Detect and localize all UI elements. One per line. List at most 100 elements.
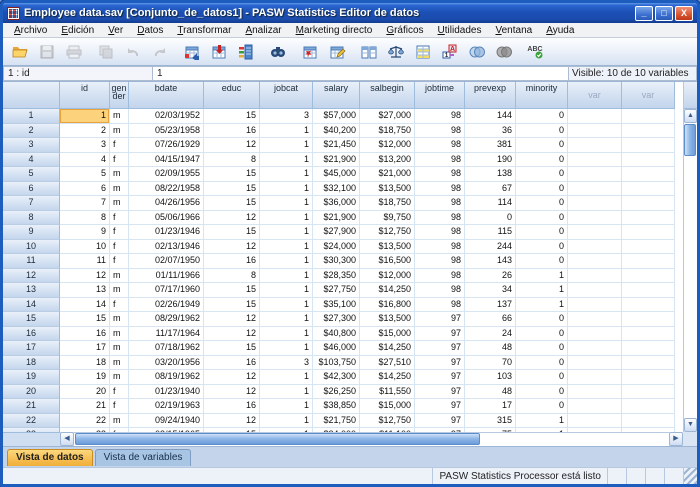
cell-jobtime-row7[interactable]: 98 (415, 196, 465, 211)
cell-var-row2[interactable] (622, 124, 675, 139)
row-number[interactable]: 7 (3, 196, 60, 211)
cell-gender-row3[interactable]: f (110, 138, 129, 153)
column-header-jobcat[interactable]: jobcat (260, 82, 313, 109)
cell-salary-row12[interactable]: $28,350 (313, 269, 360, 284)
cell-var-row14[interactable] (568, 298, 622, 313)
cell-salbegin-row13[interactable]: $14,250 (360, 283, 415, 298)
cell-bdate-row14[interactable]: 02/26/1949 (129, 298, 204, 313)
cell-jobcat-row14[interactable]: 1 (260, 298, 313, 313)
column-header-minority[interactable]: minority (516, 82, 568, 109)
cell-id-row9[interactable]: 9 (60, 225, 110, 240)
cell-educ-row21[interactable]: 16 (204, 399, 260, 414)
cell-editor[interactable]: 1 (153, 66, 569, 81)
cell-jobtime-row2[interactable]: 98 (415, 124, 465, 139)
cell-var-row16[interactable] (622, 327, 675, 342)
cell-gender-row5[interactable]: m (110, 167, 129, 182)
cell-var-row20[interactable] (568, 385, 622, 400)
cell-gender-row7[interactable]: m (110, 196, 129, 211)
cell-jobcat-row5[interactable]: 1 (260, 167, 313, 182)
cell-salbegin-row15[interactable]: $13,500 (360, 312, 415, 327)
cell-bdate-row12[interactable]: 01/11/1966 (129, 269, 204, 284)
cell-minority-row21[interactable]: 0 (516, 399, 568, 414)
vertical-scroll-thumb[interactable] (684, 124, 696, 156)
cell-salbegin-row14[interactable]: $16,800 (360, 298, 415, 313)
menu-gr-ficos[interactable]: Gráficos (379, 23, 430, 38)
cell-bdate-row7[interactable]: 04/26/1956 (129, 196, 204, 211)
cell-gender-row8[interactable]: f (110, 211, 129, 226)
cell-prevexp-row19[interactable]: 103 (465, 370, 516, 385)
cell-prevexp-row21[interactable]: 17 (465, 399, 516, 414)
cell-id-row5[interactable]: 5 (60, 167, 110, 182)
menu-ventana[interactable]: Ventana (488, 23, 539, 38)
cell-prevexp-row8[interactable]: 0 (465, 211, 516, 226)
cell-minority-row11[interactable]: 0 (516, 254, 568, 269)
cell-bdate-row21[interactable]: 02/19/1963 (129, 399, 204, 414)
cell-jobtime-row4[interactable]: 98 (415, 153, 465, 168)
menu-transformar[interactable]: Transformar (170, 23, 238, 38)
cell-jobcat-row21[interactable]: 1 (260, 399, 313, 414)
cell-bdate-row8[interactable]: 05/06/1966 (129, 211, 204, 226)
cell-var-row12[interactable] (568, 269, 622, 284)
cell-jobtime-row1[interactable]: 98 (415, 109, 465, 124)
row-number[interactable]: 8 (3, 211, 60, 226)
cell-educ-row3[interactable]: 12 (204, 138, 260, 153)
cell-id-row6[interactable]: 6 (60, 182, 110, 197)
cell-jobtime-row10[interactable]: 98 (415, 240, 465, 255)
cell-var-row21[interactable] (622, 399, 675, 414)
cell-var-row7[interactable] (568, 196, 622, 211)
cell-bdate-row1[interactable]: 02/03/1952 (129, 109, 204, 124)
cell-jobcat-row1[interactable]: 3 (260, 109, 313, 124)
menu-archivo[interactable]: Archivo (7, 23, 54, 38)
cell-id-row8[interactable]: 8 (60, 211, 110, 226)
row-number[interactable]: 22 (3, 414, 60, 429)
cell-prevexp-row13[interactable]: 34 (465, 283, 516, 298)
cell-minority-row12[interactable]: 1 (516, 269, 568, 284)
row-number[interactable]: 18 (3, 356, 60, 371)
cell-jobtime-row17[interactable]: 97 (415, 341, 465, 356)
cell-salary-row15[interactable]: $27,300 (313, 312, 360, 327)
cell-bdate-row10[interactable]: 02/13/1946 (129, 240, 204, 255)
cell-var-row7[interactable] (622, 196, 675, 211)
cell-gender-row12[interactable]: m (110, 269, 129, 284)
select-cases-icon[interactable] (410, 40, 436, 64)
cell-minority-row19[interactable]: 0 (516, 370, 568, 385)
cell-salbegin-row19[interactable]: $14,250 (360, 370, 415, 385)
weight-cases-icon[interactable] (383, 40, 409, 64)
cell-var-row9[interactable] (622, 225, 675, 240)
column-header-salary[interactable]: salary (313, 82, 360, 109)
cell-bdate-row16[interactable]: 11/17/1964 (129, 327, 204, 342)
cell-jobcat-row22[interactable]: 1 (260, 414, 313, 429)
open-file-icon[interactable] (7, 40, 33, 64)
cell-id-row11[interactable]: 11 (60, 254, 110, 269)
use-variable-sets-icon[interactable] (464, 40, 490, 64)
cell-salbegin-row7[interactable]: $18,750 (360, 196, 415, 211)
column-header-prevexp[interactable]: prevexp (465, 82, 516, 109)
cell-jobcat-row6[interactable]: 1 (260, 182, 313, 197)
cell-var-row11[interactable] (568, 254, 622, 269)
tab-vista-de-variables[interactable]: Vista de variables (95, 449, 192, 466)
cell-minority-row9[interactable]: 0 (516, 225, 568, 240)
cell-prevexp-row6[interactable]: 67 (465, 182, 516, 197)
cell-minority-row13[interactable]: 1 (516, 283, 568, 298)
cell-id-row14[interactable]: 14 (60, 298, 110, 313)
cell-salary-row16[interactable]: $40,800 (313, 327, 360, 342)
row-number[interactable]: 13 (3, 283, 60, 298)
cell-educ-row12[interactable]: 8 (204, 269, 260, 284)
cell-gender-row17[interactable]: m (110, 341, 129, 356)
cell-jobcat-row2[interactable]: 1 (260, 124, 313, 139)
cell-minority-row10[interactable]: 0 (516, 240, 568, 255)
vertical-scrollbar[interactable]: ▲ ▼ (683, 82, 697, 432)
cell-jobcat-row13[interactable]: 1 (260, 283, 313, 298)
cell-minority-row2[interactable]: 0 (516, 124, 568, 139)
cell-educ-row16[interactable]: 12 (204, 327, 260, 342)
cell-var-row6[interactable] (568, 182, 622, 197)
cell-jobtime-row5[interactable]: 98 (415, 167, 465, 182)
cell-bdate-row3[interactable]: 07/26/1929 (129, 138, 204, 153)
column-header-var-11[interactable]: var (622, 82, 675, 109)
cell-id-row21[interactable]: 21 (60, 399, 110, 414)
cell-jobtime-row8[interactable]: 98 (415, 211, 465, 226)
cell-prevexp-row18[interactable]: 70 (465, 356, 516, 371)
cell-educ-row9[interactable]: 15 (204, 225, 260, 240)
cell-jobtime-row12[interactable]: 98 (415, 269, 465, 284)
row-number[interactable]: 5 (3, 167, 60, 182)
